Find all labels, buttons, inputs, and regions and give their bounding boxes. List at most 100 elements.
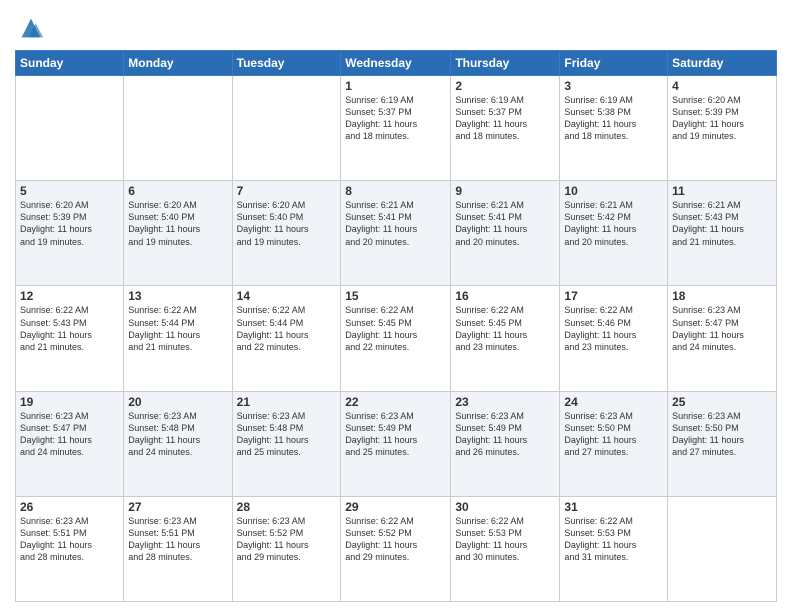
calendar-week-5: 26Sunrise: 6:23 AM Sunset: 5:51 PM Dayli… — [16, 496, 777, 601]
calendar-cell: 4Sunrise: 6:20 AM Sunset: 5:39 PM Daylig… — [668, 76, 777, 181]
calendar-cell: 3Sunrise: 6:19 AM Sunset: 5:38 PM Daylig… — [560, 76, 668, 181]
day-info: Sunrise: 6:22 AM Sunset: 5:45 PM Dayligh… — [345, 304, 446, 353]
col-thursday: Thursday — [451, 51, 560, 76]
calendar-cell: 18Sunrise: 6:23 AM Sunset: 5:47 PM Dayli… — [668, 286, 777, 391]
day-number: 20 — [128, 395, 227, 409]
day-number: 8 — [345, 184, 446, 198]
day-info: Sunrise: 6:22 AM Sunset: 5:53 PM Dayligh… — [455, 515, 555, 564]
calendar-cell: 31Sunrise: 6:22 AM Sunset: 5:53 PM Dayli… — [560, 496, 668, 601]
col-monday: Monday — [124, 51, 232, 76]
day-info: Sunrise: 6:19 AM Sunset: 5:38 PM Dayligh… — [564, 94, 663, 143]
day-info: Sunrise: 6:20 AM Sunset: 5:40 PM Dayligh… — [128, 199, 227, 248]
calendar-cell: 5Sunrise: 6:20 AM Sunset: 5:39 PM Daylig… — [16, 181, 124, 286]
day-number: 7 — [237, 184, 337, 198]
calendar-cell: 17Sunrise: 6:22 AM Sunset: 5:46 PM Dayli… — [560, 286, 668, 391]
day-info: Sunrise: 6:22 AM Sunset: 5:43 PM Dayligh… — [20, 304, 119, 353]
logo-text — [15, 14, 45, 42]
day-number: 3 — [564, 79, 663, 93]
col-saturday: Saturday — [668, 51, 777, 76]
day-number: 30 — [455, 500, 555, 514]
calendar-cell: 9Sunrise: 6:21 AM Sunset: 5:41 PM Daylig… — [451, 181, 560, 286]
day-number: 16 — [455, 289, 555, 303]
day-info: Sunrise: 6:20 AM Sunset: 5:39 PM Dayligh… — [20, 199, 119, 248]
calendar-cell — [124, 76, 232, 181]
calendar-cell: 22Sunrise: 6:23 AM Sunset: 5:49 PM Dayli… — [341, 391, 451, 496]
col-friday: Friday — [560, 51, 668, 76]
day-info: Sunrise: 6:22 AM Sunset: 5:53 PM Dayligh… — [564, 515, 663, 564]
calendar-week-4: 19Sunrise: 6:23 AM Sunset: 5:47 PM Dayli… — [16, 391, 777, 496]
day-info: Sunrise: 6:23 AM Sunset: 5:50 PM Dayligh… — [564, 410, 663, 459]
day-info: Sunrise: 6:23 AM Sunset: 5:50 PM Dayligh… — [672, 410, 772, 459]
day-number: 2 — [455, 79, 555, 93]
day-info: Sunrise: 6:23 AM Sunset: 5:48 PM Dayligh… — [128, 410, 227, 459]
day-number: 31 — [564, 500, 663, 514]
calendar-cell: 14Sunrise: 6:22 AM Sunset: 5:44 PM Dayli… — [232, 286, 341, 391]
day-number: 26 — [20, 500, 119, 514]
day-info: Sunrise: 6:21 AM Sunset: 5:41 PM Dayligh… — [455, 199, 555, 248]
day-info: Sunrise: 6:22 AM Sunset: 5:44 PM Dayligh… — [128, 304, 227, 353]
calendar-cell: 23Sunrise: 6:23 AM Sunset: 5:49 PM Dayli… — [451, 391, 560, 496]
day-number: 21 — [237, 395, 337, 409]
calendar-cell: 24Sunrise: 6:23 AM Sunset: 5:50 PM Dayli… — [560, 391, 668, 496]
logo-icon — [17, 14, 45, 42]
calendar-cell — [232, 76, 341, 181]
calendar-cell: 30Sunrise: 6:22 AM Sunset: 5:53 PM Dayli… — [451, 496, 560, 601]
day-number: 17 — [564, 289, 663, 303]
calendar-week-1: 1Sunrise: 6:19 AM Sunset: 5:37 PM Daylig… — [16, 76, 777, 181]
day-number: 5 — [20, 184, 119, 198]
day-number: 29 — [345, 500, 446, 514]
day-number: 6 — [128, 184, 227, 198]
day-number: 10 — [564, 184, 663, 198]
day-info: Sunrise: 6:23 AM Sunset: 5:48 PM Dayligh… — [237, 410, 337, 459]
day-number: 28 — [237, 500, 337, 514]
day-info: Sunrise: 6:19 AM Sunset: 5:37 PM Dayligh… — [345, 94, 446, 143]
calendar-table: Sunday Monday Tuesday Wednesday Thursday… — [15, 50, 777, 602]
calendar-cell: 16Sunrise: 6:22 AM Sunset: 5:45 PM Dayli… — [451, 286, 560, 391]
col-tuesday: Tuesday — [232, 51, 341, 76]
day-number: 1 — [345, 79, 446, 93]
day-number: 4 — [672, 79, 772, 93]
day-info: Sunrise: 6:22 AM Sunset: 5:46 PM Dayligh… — [564, 304, 663, 353]
day-info: Sunrise: 6:23 AM Sunset: 5:51 PM Dayligh… — [128, 515, 227, 564]
day-info: Sunrise: 6:21 AM Sunset: 5:42 PM Dayligh… — [564, 199, 663, 248]
day-info: Sunrise: 6:20 AM Sunset: 5:40 PM Dayligh… — [237, 199, 337, 248]
calendar-cell — [16, 76, 124, 181]
calendar-cell: 6Sunrise: 6:20 AM Sunset: 5:40 PM Daylig… — [124, 181, 232, 286]
day-number: 11 — [672, 184, 772, 198]
calendar-cell: 20Sunrise: 6:23 AM Sunset: 5:48 PM Dayli… — [124, 391, 232, 496]
page: Sunday Monday Tuesday Wednesday Thursday… — [0, 0, 792, 612]
day-info: Sunrise: 6:23 AM Sunset: 5:51 PM Dayligh… — [20, 515, 119, 564]
day-number: 27 — [128, 500, 227, 514]
day-info: Sunrise: 6:23 AM Sunset: 5:49 PM Dayligh… — [455, 410, 555, 459]
day-number: 14 — [237, 289, 337, 303]
calendar-cell: 10Sunrise: 6:21 AM Sunset: 5:42 PM Dayli… — [560, 181, 668, 286]
col-sunday: Sunday — [16, 51, 124, 76]
header — [15, 10, 777, 42]
day-info: Sunrise: 6:21 AM Sunset: 5:41 PM Dayligh… — [345, 199, 446, 248]
day-number: 24 — [564, 395, 663, 409]
day-number: 13 — [128, 289, 227, 303]
calendar-cell: 26Sunrise: 6:23 AM Sunset: 5:51 PM Dayli… — [16, 496, 124, 601]
day-info: Sunrise: 6:23 AM Sunset: 5:52 PM Dayligh… — [237, 515, 337, 564]
calendar-cell: 12Sunrise: 6:22 AM Sunset: 5:43 PM Dayli… — [16, 286, 124, 391]
calendar-cell: 29Sunrise: 6:22 AM Sunset: 5:52 PM Dayli… — [341, 496, 451, 601]
calendar-cell: 11Sunrise: 6:21 AM Sunset: 5:43 PM Dayli… — [668, 181, 777, 286]
col-wednesday: Wednesday — [341, 51, 451, 76]
day-info: Sunrise: 6:21 AM Sunset: 5:43 PM Dayligh… — [672, 199, 772, 248]
calendar-cell: 19Sunrise: 6:23 AM Sunset: 5:47 PM Dayli… — [16, 391, 124, 496]
day-info: Sunrise: 6:23 AM Sunset: 5:47 PM Dayligh… — [20, 410, 119, 459]
logo — [15, 14, 45, 42]
day-info: Sunrise: 6:22 AM Sunset: 5:45 PM Dayligh… — [455, 304, 555, 353]
calendar-week-2: 5Sunrise: 6:20 AM Sunset: 5:39 PM Daylig… — [16, 181, 777, 286]
day-number: 12 — [20, 289, 119, 303]
day-info: Sunrise: 6:20 AM Sunset: 5:39 PM Dayligh… — [672, 94, 772, 143]
calendar-cell: 8Sunrise: 6:21 AM Sunset: 5:41 PM Daylig… — [341, 181, 451, 286]
calendar-week-3: 12Sunrise: 6:22 AM Sunset: 5:43 PM Dayli… — [16, 286, 777, 391]
calendar-cell: 27Sunrise: 6:23 AM Sunset: 5:51 PM Dayli… — [124, 496, 232, 601]
day-info: Sunrise: 6:19 AM Sunset: 5:37 PM Dayligh… — [455, 94, 555, 143]
calendar-cell: 25Sunrise: 6:23 AM Sunset: 5:50 PM Dayli… — [668, 391, 777, 496]
calendar-cell: 13Sunrise: 6:22 AM Sunset: 5:44 PM Dayli… — [124, 286, 232, 391]
day-number: 9 — [455, 184, 555, 198]
calendar-cell — [668, 496, 777, 601]
calendar-header-row: Sunday Monday Tuesday Wednesday Thursday… — [16, 51, 777, 76]
